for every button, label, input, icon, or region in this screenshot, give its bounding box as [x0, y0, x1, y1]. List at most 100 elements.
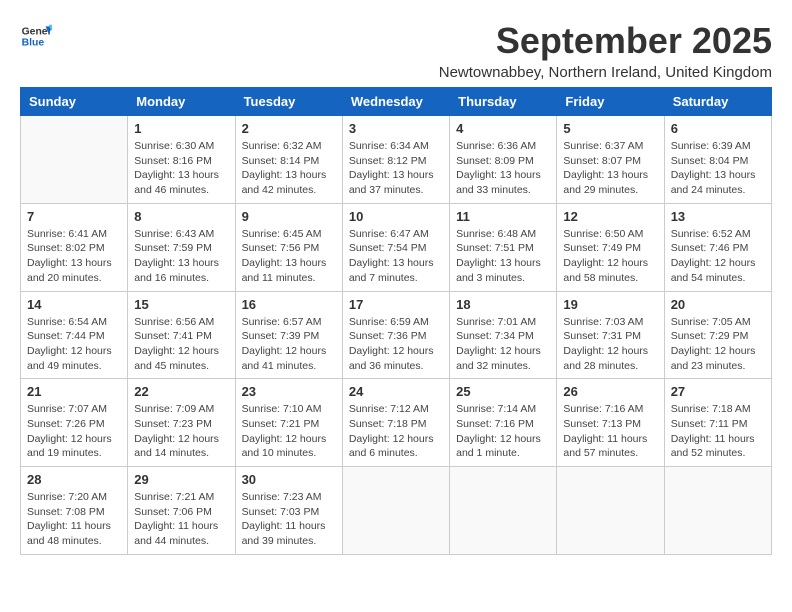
calendar-cell: 5 Sunrise: 6:37 AMSunset: 8:07 PMDaylight…	[557, 116, 664, 204]
day-info: Sunrise: 7:03 AMSunset: 7:31 PMDaylight:…	[563, 315, 657, 374]
svg-text:Blue: Blue	[22, 38, 45, 49]
day-info: Sunrise: 6:32 AMSunset: 8:14 PMDaylight:…	[242, 139, 336, 198]
day-number: 26	[563, 384, 657, 399]
day-number: 29	[134, 472, 228, 487]
header-wednesday: Wednesday	[342, 88, 449, 116]
calendar-cell: 7Sunrise: 6:41 AMSunset: 8:02 PMDaylight…	[21, 203, 128, 291]
day-number: 28	[27, 472, 121, 487]
calendar-cell: 2 Sunrise: 6:32 AMSunset: 8:14 PMDaylight…	[235, 116, 342, 204]
header-monday: Monday	[128, 88, 235, 116]
day-info: Sunrise: 7:18 AMSunset: 7:11 PMDaylight:…	[671, 402, 765, 461]
day-number: 19	[563, 297, 657, 312]
day-number: 17	[349, 297, 443, 312]
day-info: Sunrise: 6:59 AMSunset: 7:36 PMDaylight:…	[349, 315, 443, 374]
week-row-3: 14Sunrise: 6:54 AMSunset: 7:44 PMDayligh…	[21, 291, 772, 379]
header-tuesday: Tuesday	[235, 88, 342, 116]
calendar-cell: 25Sunrise: 7:14 AMSunset: 7:16 PMDayligh…	[450, 379, 557, 467]
day-number: 27	[671, 384, 765, 399]
location-subtitle: Newtownabbey, Northern Ireland, United K…	[439, 64, 772, 81]
day-info: Sunrise: 6:52 AMSunset: 7:46 PMDaylight:…	[671, 227, 765, 286]
day-number: 20	[671, 297, 765, 312]
calendar-cell: 24Sunrise: 7:12 AMSunset: 7:18 PMDayligh…	[342, 379, 449, 467]
day-info: Sunrise: 7:05 AMSunset: 7:29 PMDaylight:…	[671, 315, 765, 374]
calendar-cell	[664, 467, 771, 555]
calendar-cell: 27 Sunrise: 7:18 AMSunset: 7:11 PMDayligh…	[664, 379, 771, 467]
day-info: Sunrise: 7:23 AMSunset: 7:03 PMDaylight:…	[242, 490, 336, 549]
day-number: 10	[349, 209, 443, 224]
day-info: Sunrise: 6:39 AMSunset: 8:04 PMDaylight:…	[671, 139, 765, 198]
calendar-cell	[342, 467, 449, 555]
day-info: Sunrise: 6:56 AMSunset: 7:41 PMDaylight:…	[134, 315, 228, 374]
header-thursday: Thursday	[450, 88, 557, 116]
day-number: 4	[456, 121, 550, 136]
calendar-cell	[450, 467, 557, 555]
calendar-cell: 10 Sunrise: 6:47 AMSunset: 7:54 PMDayligh…	[342, 203, 449, 291]
day-info: Sunrise: 6:47 AMSunset: 7:54 PMDaylight:…	[349, 227, 443, 286]
calendar: SundayMondayTuesdayWednesdayThursdayFrid…	[20, 87, 772, 555]
calendar-cell: 18 Sunrise: 7:01 AMSunset: 7:34 PMDayligh…	[450, 291, 557, 379]
day-info: Sunrise: 6:57 AMSunset: 7:39 PMDaylight:…	[242, 315, 336, 374]
day-number: 30	[242, 472, 336, 487]
day-info: Sunrise: 6:30 AMSunset: 8:16 PMDaylight:…	[134, 139, 228, 198]
calendar-cell: 23 Sunrise: 7:10 AMSunset: 7:21 PMDayligh…	[235, 379, 342, 467]
day-info: Sunrise: 7:07 AMSunset: 7:26 PMDaylight:…	[27, 402, 121, 461]
calendar-cell: 12Sunrise: 6:50 AMSunset: 7:49 PMDayligh…	[557, 203, 664, 291]
week-row-5: 28 Sunrise: 7:20 AMSunset: 7:08 PMDayligh…	[21, 467, 772, 555]
calendar-cell	[21, 116, 128, 204]
day-number: 8	[134, 209, 228, 224]
calendar-cell: 1 Sunrise: 6:30 AMSunset: 8:16 PMDaylight…	[128, 116, 235, 204]
week-row-2: 7Sunrise: 6:41 AMSunset: 8:02 PMDaylight…	[21, 203, 772, 291]
day-number: 5	[563, 121, 657, 136]
calendar-cell: 15Sunrise: 6:56 AMSunset: 7:41 PMDayligh…	[128, 291, 235, 379]
day-info: Sunrise: 6:34 AMSunset: 8:12 PMDaylight:…	[349, 139, 443, 198]
calendar-cell: 4 Sunrise: 6:36 AMSunset: 8:09 PMDaylight…	[450, 116, 557, 204]
calendar-cell: 13 Sunrise: 6:52 AMSunset: 7:46 PMDayligh…	[664, 203, 771, 291]
day-info: Sunrise: 7:20 AMSunset: 7:08 PMDaylight:…	[27, 490, 121, 549]
day-number: 23	[242, 384, 336, 399]
day-number: 25	[456, 384, 550, 399]
header-saturday: Saturday	[664, 88, 771, 116]
calendar-cell: 11 Sunrise: 6:48 AMSunset: 7:51 PMDayligh…	[450, 203, 557, 291]
day-info: Sunrise: 7:01 AMSunset: 7:34 PMDaylight:…	[456, 315, 550, 374]
calendar-cell: 19 Sunrise: 7:03 AMSunset: 7:31 PMDayligh…	[557, 291, 664, 379]
day-number: 14	[27, 297, 121, 312]
logo-icon: General Blue	[20, 20, 52, 52]
logo: General Blue	[20, 20, 52, 52]
day-number: 13	[671, 209, 765, 224]
week-row-4: 21Sunrise: 7:07 AMSunset: 7:26 PMDayligh…	[21, 379, 772, 467]
day-number: 9	[242, 209, 336, 224]
day-number: 22	[134, 384, 228, 399]
day-number: 1	[134, 121, 228, 136]
day-info: Sunrise: 6:41 AMSunset: 8:02 PMDaylight:…	[27, 227, 121, 286]
day-info: Sunrise: 7:21 AMSunset: 7:06 PMDaylight:…	[134, 490, 228, 549]
calendar-cell: 16 Sunrise: 6:57 AMSunset: 7:39 PMDayligh…	[235, 291, 342, 379]
week-row-1: 1 Sunrise: 6:30 AMSunset: 8:16 PMDaylight…	[21, 116, 772, 204]
calendar-cell	[557, 467, 664, 555]
day-info: Sunrise: 6:48 AMSunset: 7:51 PMDaylight:…	[456, 227, 550, 286]
title-area: September 2025 Newtownabbey, Northern Ir…	[439, 20, 772, 81]
day-info: Sunrise: 6:37 AMSunset: 8:07 PMDaylight:…	[563, 139, 657, 198]
calendar-cell: 14Sunrise: 6:54 AMSunset: 7:44 PMDayligh…	[21, 291, 128, 379]
calendar-cell: 29 Sunrise: 7:21 AMSunset: 7:06 PMDayligh…	[128, 467, 235, 555]
day-number: 16	[242, 297, 336, 312]
day-info: Sunrise: 7:09 AMSunset: 7:23 PMDaylight:…	[134, 402, 228, 461]
day-number: 6	[671, 121, 765, 136]
calendar-cell: 3 Sunrise: 6:34 AMSunset: 8:12 PMDaylight…	[342, 116, 449, 204]
calendar-cell: 21Sunrise: 7:07 AMSunset: 7:26 PMDayligh…	[21, 379, 128, 467]
day-info: Sunrise: 6:45 AMSunset: 7:56 PMDaylight:…	[242, 227, 336, 286]
calendar-cell: 20 Sunrise: 7:05 AMSunset: 7:29 PMDayligh…	[664, 291, 771, 379]
day-info: Sunrise: 6:36 AMSunset: 8:09 PMDaylight:…	[456, 139, 550, 198]
day-number: 12	[563, 209, 657, 224]
month-title: September 2025	[439, 20, 772, 62]
day-info: Sunrise: 7:10 AMSunset: 7:21 PMDaylight:…	[242, 402, 336, 461]
day-number: 11	[456, 209, 550, 224]
calendar-cell: 8 Sunrise: 6:43 AMSunset: 7:59 PMDaylight…	[128, 203, 235, 291]
day-number: 18	[456, 297, 550, 312]
calendar-cell: 17 Sunrise: 6:59 AMSunset: 7:36 PMDayligh…	[342, 291, 449, 379]
header-sunday: Sunday	[21, 88, 128, 116]
day-number: 3	[349, 121, 443, 136]
day-number: 2	[242, 121, 336, 136]
day-info: Sunrise: 6:43 AMSunset: 7:59 PMDaylight:…	[134, 227, 228, 286]
day-number: 24	[349, 384, 443, 399]
header-friday: Friday	[557, 88, 664, 116]
